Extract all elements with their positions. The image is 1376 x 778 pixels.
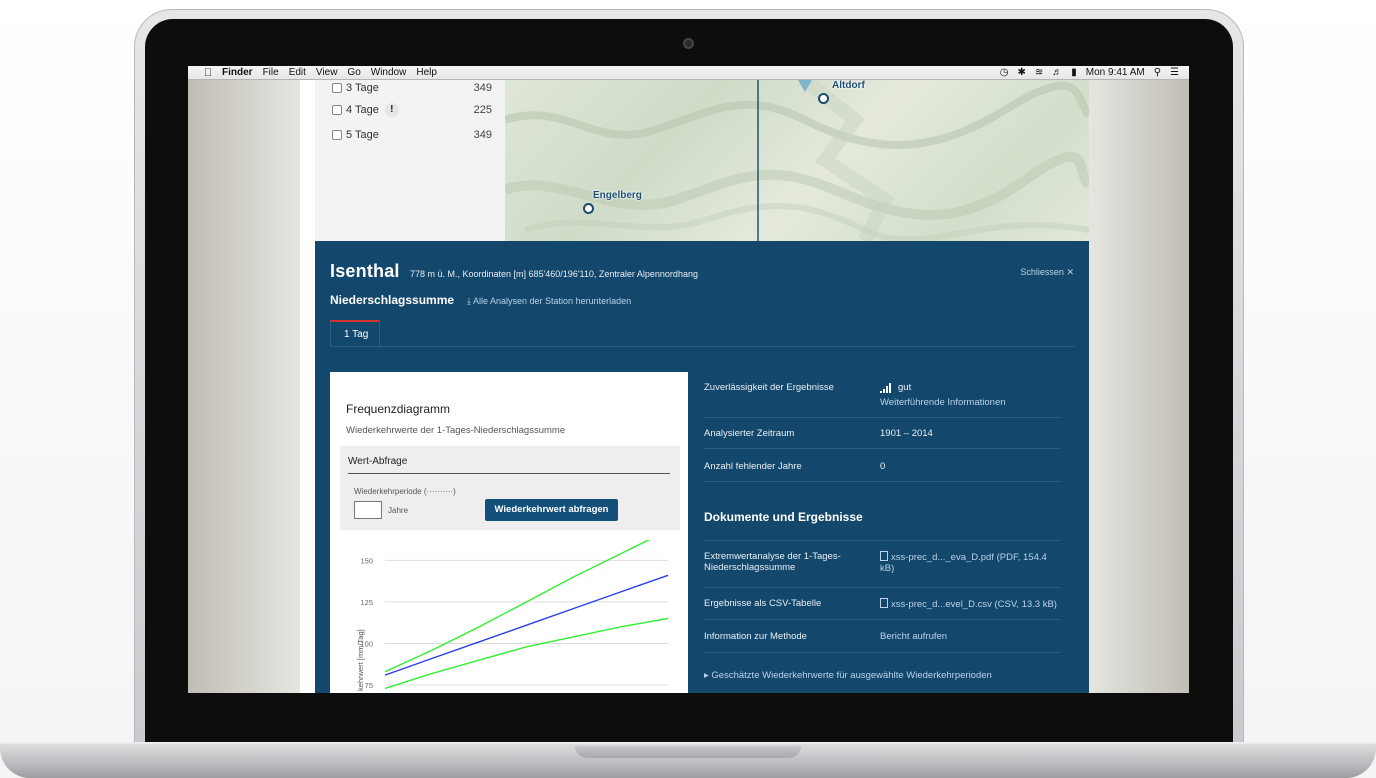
period-value: 1901 – 2014 xyxy=(880,428,933,439)
years-label: Jahre xyxy=(388,506,409,515)
card-title: Frequenzdiagramm xyxy=(346,402,451,416)
y-tick-label: 150 xyxy=(360,556,373,565)
clock[interactable]: Mon 9:41 AM xyxy=(1086,67,1145,78)
caret-right-icon: ▸ xyxy=(704,670,709,681)
reliability-info-link[interactable]: Weiterführende Informationen xyxy=(880,397,1006,408)
doc-eva-label: Extremwertanalyse der 1-Tages-Niederschl… xyxy=(704,551,841,573)
duration-3-days[interactable]: 3 Tage 349 xyxy=(332,80,492,96)
card-subtitle: Wiederkehrwerte der 1-Tages-Niederschlag… xyxy=(346,425,566,436)
place-label-engelberg: Engelberg xyxy=(593,190,642,201)
laptop-notch xyxy=(575,746,801,758)
missing-years-label: Anzahl fehlender Jahre xyxy=(704,461,802,472)
missing-years-row: Anzahl fehlender Jahre 0 xyxy=(704,449,1060,482)
station-marker-engelberg[interactable] xyxy=(583,203,594,214)
return-period-label: Wiederkehrperiode (··········) xyxy=(354,487,456,496)
notification-center-icon[interactable]: ☰ xyxy=(1170,67,1179,78)
measure-title: Niederschlagssumme xyxy=(330,293,455,307)
download-all-link[interactable]: ⤓ Alle Analysen der Station herunterlade… xyxy=(467,296,631,307)
tab-1-day[interactable]: 1 Tag xyxy=(330,320,380,347)
period-label: Analysierter Zeitraum xyxy=(704,428,795,439)
checkbox[interactable] xyxy=(332,83,342,93)
menu-help[interactable]: Help xyxy=(416,67,437,78)
doc-eva-link[interactable]: xss-prec_d..._eva_D.pdf (PDF, 154.4 kB) xyxy=(880,551,1058,574)
series-line-estimate[interactable] xyxy=(384,574,669,676)
camera-icon xyxy=(683,38,694,49)
return-period-input[interactable] xyxy=(354,501,382,519)
frequency-chart[interactable]: 75100125150kehrwert [mm/Tag] xyxy=(330,540,688,693)
duration-5-days[interactable]: 5 Tage 349 xyxy=(332,127,492,143)
duration-list: 3 Tage 349 4 Tage ! 225 5 Tage 349 xyxy=(315,80,505,241)
download-icon: ⤓ xyxy=(467,296,471,306)
frequency-card: Frequenzdiagramm Wiederkehrwerte der 1-T… xyxy=(330,372,688,693)
tab-divider xyxy=(330,346,1075,347)
duration-count: 349 xyxy=(473,129,492,141)
close-button[interactable]: Schliessen ✕ xyxy=(1020,267,1074,278)
signal-bars-icon xyxy=(880,383,891,393)
warning-icon[interactable]: ! xyxy=(384,103,399,117)
series-line-confidence[interactable] xyxy=(384,617,669,690)
documents-title: Dokumente und Ergebnisse xyxy=(704,510,863,524)
duration-4-days[interactable]: 4 Tage ! 225 xyxy=(332,102,492,118)
query-title: Wert-Abfrage xyxy=(348,456,670,474)
close-icon: ✕ xyxy=(1066,267,1074,277)
reliability-row: Zuverlässigkeit der Ergebnisse gut Weite… xyxy=(704,372,1060,418)
checkbox[interactable] xyxy=(332,130,342,140)
station-name: Isenthal xyxy=(330,261,400,281)
desktop-left xyxy=(188,80,300,693)
relief-shading xyxy=(505,80,1089,241)
doc-csv-label: Ergebnisse als CSV-Tabelle xyxy=(704,598,822,609)
csv-file-icon xyxy=(880,598,888,608)
time-machine-icon[interactable]: ◷ xyxy=(1000,67,1009,78)
relief-map[interactable]: Altdorf Engelberg xyxy=(505,80,1089,241)
station-meta: 778 m ü. M., Koordinaten [m] 685'460/196… xyxy=(410,269,698,279)
expand-return-values[interactable]: ▸ Geschätzte Wiederkehrwerte für ausgewä… xyxy=(704,670,992,681)
menu-finder[interactable]: Finder xyxy=(222,67,253,78)
station-marker-altdorf[interactable] xyxy=(818,93,829,104)
battery-icon[interactable]: ▮ xyxy=(1071,67,1077,78)
y-tick-label: 125 xyxy=(360,598,373,607)
missing-years-value: 0 xyxy=(880,461,886,472)
period-row: Analysierter Zeitraum 1901 – 2014 xyxy=(704,418,1060,449)
menu-edit[interactable]: Edit xyxy=(289,67,306,78)
menu-go[interactable]: Go xyxy=(347,67,360,78)
duration-count: 225 xyxy=(473,104,492,116)
spotlight-icon[interactable]: ⚲ xyxy=(1154,67,1161,78)
place-label-altdorf: Altdorf xyxy=(832,80,865,91)
reliability-value: gut xyxy=(880,382,911,393)
web-page: 3 Tage 349 4 Tage ! 225 5 Tage 349 Altdo… xyxy=(300,80,1089,693)
method-report-link[interactable]: Bericht aufrufen xyxy=(880,631,947,642)
method-row: Information zur Methode Bericht aufrufen xyxy=(704,620,1060,653)
doc-eva-row: Extremwertanalyse der 1-Tages-Niederschl… xyxy=(704,540,1060,588)
station-panel: Isenthal 778 m ü. M., Koordinaten [m] 68… xyxy=(315,241,1089,693)
doc-csv-row: Ergebnisse als CSV-Tabelle xss-prec_d...… xyxy=(704,588,1060,620)
screen:  Finder File Edit View Go Window Help ◷… xyxy=(188,66,1189,693)
menu-view[interactable]: View xyxy=(316,67,338,78)
series-line-confidence[interactable] xyxy=(384,540,668,673)
info-column: Zuverlässigkeit der Ergebnisse gut Weite… xyxy=(704,372,1060,693)
duration-count: 349 xyxy=(473,82,492,94)
method-label: Information zur Methode xyxy=(704,631,807,642)
desktop-right xyxy=(1089,80,1189,693)
doc-csv-link[interactable]: xss-prec_d...evel_D.csv (CSV, 13.3 kB) xyxy=(880,598,1057,610)
bluetooth-icon[interactable]: ✱ xyxy=(1017,67,1025,78)
y-axis-label: kehrwert [mm/Tag] xyxy=(356,629,365,691)
reliability-label: Zuverlässigkeit der Ergebnisse xyxy=(704,382,834,393)
menu-bar:  Finder File Edit View Go Window Help ◷… xyxy=(188,66,1189,80)
value-query-box: Wert-Abfrage Wiederkehrperiode (········… xyxy=(340,446,680,530)
y-tick-label: 75 xyxy=(365,681,373,690)
menu-file[interactable]: File xyxy=(263,67,279,78)
checkbox[interactable] xyxy=(332,105,342,115)
apple-icon[interactable]:  xyxy=(202,67,214,79)
volume-icon[interactable]: ♬ xyxy=(1052,67,1062,78)
wifi-icon[interactable]: ≊ xyxy=(1035,67,1043,78)
query-return-value-button[interactable]: Wiederkehrwert abfragen xyxy=(485,499,618,521)
pdf-file-icon xyxy=(880,551,888,561)
menu-window[interactable]: Window xyxy=(371,67,407,78)
